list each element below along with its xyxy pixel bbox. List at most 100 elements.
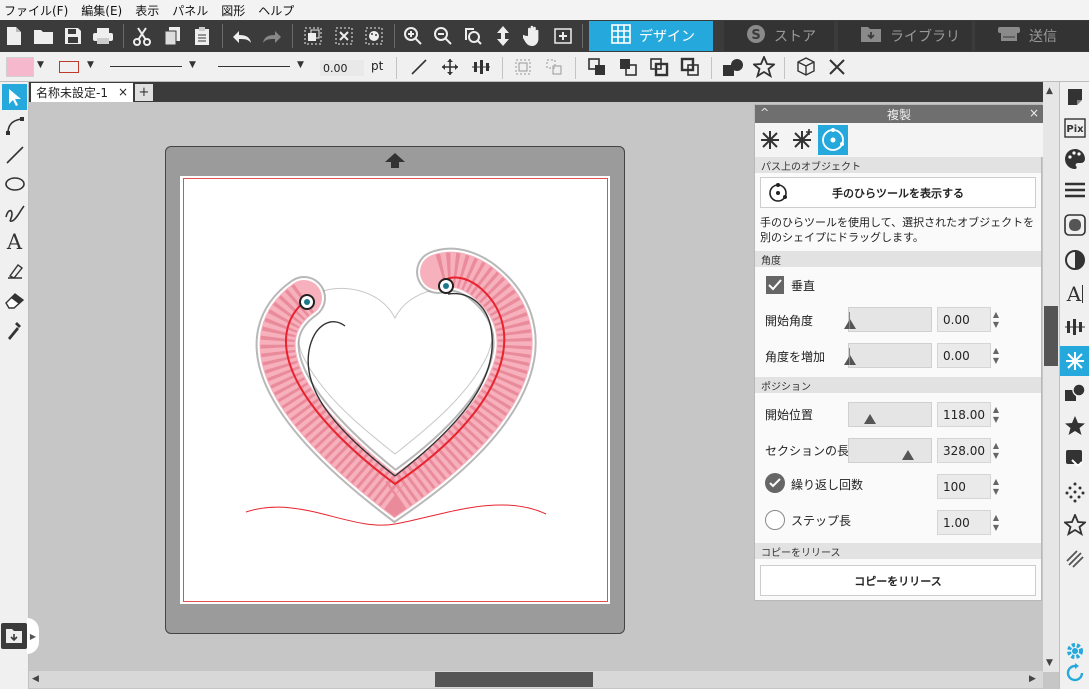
repeat-count-radio[interactable] [765,473,785,493]
line-draw-tool-icon[interactable] [2,142,27,168]
redo-icon[interactable] [260,24,284,48]
tab-library[interactable]: ライブラリ [838,21,972,51]
show-hand-tool-button[interactable]: 手のひらツールを表示する [760,177,1036,208]
select-all-icon[interactable] [301,24,325,48]
fill-dropdown-arrow-icon[interactable]: ▼ [37,60,44,70]
eraser-tool-icon[interactable] [2,287,27,313]
vertical-scroll-thumb[interactable] [1044,306,1058,366]
angle-increment-input[interactable]: 0.00 [937,343,991,368]
line-dropdown-arrow-icon[interactable]: ▼ [87,60,94,70]
menu-file[interactable]: ファイル(F) [4,2,68,19]
angle-increment-slider[interactable] [844,343,932,368]
open-folder-icon[interactable] [32,24,56,48]
deselect-icon[interactable] [332,24,356,48]
menu-shape[interactable]: 図形 [221,2,245,19]
menu-view[interactable]: 表示 [135,2,159,19]
send-to-back-icon[interactable] [616,56,640,78]
align-panel-icon[interactable] [1062,314,1088,340]
bring-to-front-icon[interactable] [585,56,609,78]
design-canvas[interactable] [180,176,610,604]
shape-library-icon[interactable] [721,56,745,78]
cut-icon[interactable] [130,24,154,48]
line-tool-icon[interactable] [407,56,431,78]
close-tab-icon[interactable]: × [118,85,128,99]
print-icon[interactable] [91,24,115,48]
fill-palette-icon[interactable] [1062,146,1088,172]
point-edit-tool-icon[interactable] [2,113,27,139]
fill-color-swatch[interactable] [6,57,34,77]
rhinestone-dots-icon[interactable] [1062,479,1088,505]
release-copies-button[interactable]: コピーをリリース [760,565,1036,596]
line-width-dropdown-arrow-icon[interactable]: ▼ [297,60,304,70]
emboss-lines-icon[interactable] [1062,545,1088,571]
repeat-count-input[interactable]: 100 [937,474,991,499]
step-length-radio[interactable] [765,510,785,530]
freehand-draw-tool-icon[interactable] [2,200,27,226]
horizontal-scrollbar[interactable]: ◀ ▶ [29,671,1043,688]
line-style-panel-icon[interactable] [1062,177,1088,203]
select-tool-arrow-icon[interactable] [2,84,27,110]
text-style-icon[interactable]: A [1062,281,1088,307]
replicate-panel-icon[interactable] [1060,346,1089,376]
sync-refresh-icon[interactable] [1062,660,1088,686]
menu-panel[interactable]: パネル [172,2,208,19]
eyedropper-tool-icon[interactable] [2,316,27,342]
slider-thumb[interactable] [844,319,856,329]
menu-edit[interactable]: 編集(E) [81,2,122,19]
new-file-icon[interactable] [2,24,26,48]
save-icon[interactable] [61,24,85,48]
section-length-input[interactable]: 328.00 [937,438,991,463]
offset-star-icon[interactable] [1062,413,1088,439]
star-shape-icon[interactable] [752,56,776,78]
start-angle-input[interactable]: 0.00 [937,307,991,332]
select-by-color-icon[interactable] [362,24,386,48]
line-style-dropdown-arrow-icon[interactable]: ▼ [189,60,196,70]
star-outline-icon[interactable] [1062,512,1088,538]
section-length-slider[interactable] [848,438,932,463]
transparency-icon[interactable] [1062,247,1088,273]
scroll-right-arrow-icon[interactable]: ▶ [1029,674,1036,684]
knife-eraser-tool-icon[interactable] [2,258,27,284]
start-angle-slider[interactable] [844,307,932,332]
paste-icon[interactable] [190,24,214,48]
3d-box-icon[interactable] [794,56,818,78]
collapse-panel-chevron-icon[interactable]: ^ [760,106,769,119]
ungroup-icon[interactable] [542,56,566,78]
slider-thumb[interactable] [902,450,915,460]
replicate-on-path-icon[interactable] [818,125,848,155]
vertical-scrollbar[interactable]: ▲ ▼ [1043,82,1059,672]
repeat-count-spinner[interactable]: ▲ ▼ [991,474,1001,499]
text-tool-icon[interactable]: A [2,229,27,255]
add-point-icon[interactable] [551,24,575,48]
section-length-spinner[interactable]: ▲ ▼ [991,438,1001,463]
align-tool-icon[interactable] [469,56,493,78]
tab-send[interactable]: 送信 [975,21,1089,51]
tab-store[interactable]: S ストア [724,21,834,51]
slider-thumb[interactable] [844,355,856,365]
step-length-input[interactable]: 1.00 [937,510,991,535]
start-position-slider[interactable] [848,402,932,427]
close-panel-icon[interactable]: × [1029,106,1039,120]
modify-panel-icon[interactable] [1062,380,1088,406]
menu-help[interactable]: ヘルプ [258,2,294,19]
horizontal-scroll-thumb[interactable] [435,672,593,687]
line-width-input[interactable]: 0.00 [320,60,364,76]
zoom-out-icon[interactable] [431,24,455,48]
bring-forward-icon[interactable] [647,56,671,78]
tab-design[interactable]: デザイン [589,21,713,51]
line-color-swatch[interactable] [59,61,79,73]
line-style-preview[interactable] [110,66,182,67]
ellipse-tool-icon[interactable] [2,171,27,197]
library-download-icon[interactable] [1,623,27,649]
slider-thumb[interactable] [863,414,876,424]
start-angle-spinner[interactable]: ▲ ▼ [991,307,1001,332]
page-setup-icon[interactable] [1062,84,1088,110]
start-position-spinner[interactable]: ▲ ▼ [991,402,1001,427]
undo-icon[interactable] [230,24,254,48]
add-tab-button[interactable]: + [135,84,153,101]
scroll-left-arrow-icon[interactable]: ◀ [32,674,39,684]
angle-increment-spinner[interactable]: ▲ ▼ [991,343,1001,368]
line-width-preview[interactable] [218,66,290,67]
step-length-spinner[interactable]: ▲ ▼ [991,510,1001,535]
trace-panel-icon[interactable] [1062,446,1088,472]
